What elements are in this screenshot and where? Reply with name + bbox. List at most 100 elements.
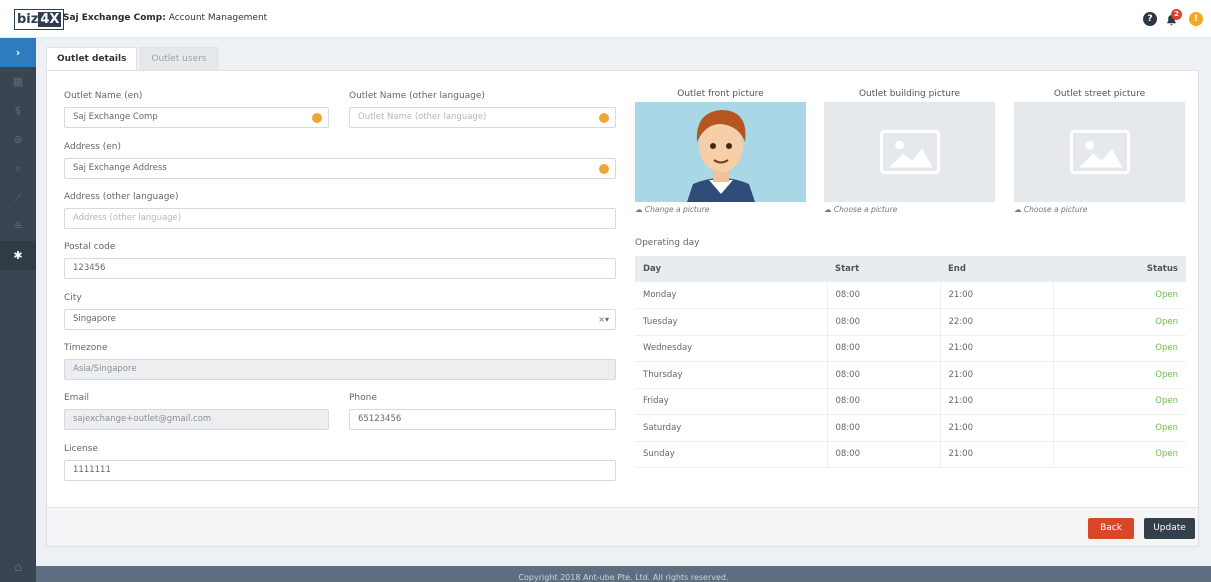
table-row[interactable]: Tuesday 08:00 22:00 Open [635,308,1186,336]
avatar [635,102,806,202]
address-en-input[interactable]: Saj Exchange Address [64,158,616,179]
operating-days-table: Day Start End Status Monday 08:00 21:00 Ope… [635,256,1186,468]
phone-input[interactable]: 65123456 [349,409,616,430]
dashboard-icon[interactable]: ▦ [0,67,36,96]
table-row[interactable]: Wednesday 08:00 21:00 Open [635,335,1186,362]
image-placeholder-icon [880,130,940,174]
start-cell: 08:00 [827,361,941,389]
outlet-name-en-input[interactable]: Saj Exchange Comp [64,107,329,128]
app-logo[interactable]: biz 4X [14,9,65,30]
front-picture[interactable] [635,102,806,202]
email-label: Email [64,393,89,403]
operating-day-label: Operating day [635,238,700,248]
notifications-button[interactable]: 2 [1165,9,1182,27]
phone-label: Phone [349,393,377,403]
address-en-label: Address (en) [64,142,121,152]
required-indicator-icon [599,113,609,123]
timezone-input: Asia/Singapore [64,359,616,380]
start-cell: 08:00 [827,388,941,415]
city-label: City [64,293,82,303]
end-cell: 22:00 [940,308,1054,336]
bank-icon[interactable]: ⌂ [0,560,36,574]
end-cell: 21:00 [940,388,1054,415]
email-input: sajexchange+outlet@gmail.com [64,409,329,430]
street-picture-title: Outlet street picture [1053,89,1146,99]
street-picture[interactable] [1014,102,1185,202]
status-cell: Open [1053,282,1186,309]
day-cell: Tuesday [635,308,828,336]
column-header-start: Start [827,256,940,282]
timezone-label: Timezone [64,343,108,353]
table-header-row: Day Start End Status [635,256,1186,282]
choose-street-picture-link[interactable]: ☁ Choose a picture [1014,205,1087,214]
table-row[interactable]: Sunday 08:00 21:00 Open [635,441,1186,468]
column-header-day: Day [635,256,827,282]
start-cell: 08:00 [827,414,941,442]
status-cell: Open [1053,388,1186,415]
dollar-icon[interactable]: $ [0,96,36,125]
postal-code-label: Postal code [64,242,116,252]
users-icon[interactable]: ≗ [0,212,36,241]
outlet-name-other-input[interactable]: Outlet Name (other language) [349,107,616,128]
postal-code-input[interactable]: 123456 [64,258,616,279]
sidebar-expand-button[interactable]: › [0,38,36,67]
start-cell: 08:00 [827,335,941,362]
gear-icon[interactable]: ✱ [0,241,36,270]
status-cell: Open [1053,414,1186,442]
top-bar: biz 4X Saj Exchange Comp: Account Managem… [0,0,1211,38]
form-actions-bar: Back Update [47,507,1198,546]
address-other-label: Address (other language) [64,192,179,202]
end-cell: 21:00 [940,414,1054,442]
day-cell: Thursday [635,361,828,389]
address-other-input[interactable]: Address (other language) [64,208,616,229]
license-input[interactable]: 1111111 [64,460,616,481]
image-placeholder-icon [1070,130,1130,174]
building-picture[interactable] [824,102,995,202]
help-icon[interactable]: ? [1143,12,1157,26]
day-cell: Wednesday [635,335,828,362]
search-icon[interactable]: ⌕ [0,154,36,183]
outlet-name-en-label: Outlet Name (en) [64,91,143,101]
start-cell: 08:00 [827,282,941,309]
main-content: Outlet details Outlet users Outlet Name … [36,38,1211,566]
copyright-footer: Copyright 2018 Ant-ube Pte. Ltd. All rig… [36,566,1211,582]
table-row[interactable]: Monday 08:00 21:00 Open [635,282,1186,309]
column-header-end: End [940,256,1053,282]
status-cell: Open [1053,308,1186,336]
table-row[interactable]: Saturday 08:00 21:00 Open [635,414,1186,442]
page-name: Account Management [168,13,268,23]
company-name: Saj Exchange Comp: [63,13,166,23]
column-header-status: Status [1053,256,1186,282]
back-button[interactable]: Back [1088,518,1134,539]
end-cell: 21:00 [940,361,1054,389]
info-icon[interactable]: ! [1189,12,1203,26]
front-picture-title: Outlet front picture [677,89,764,99]
currency-icon[interactable]: ⊛ [0,125,36,154]
start-cell: 08:00 [827,441,941,468]
chart-icon[interactable]: ⟋ [0,183,36,212]
outlet-details-panel: Outlet Name (en) Saj Exchange Comp Outle… [46,70,1199,547]
end-cell: 21:00 [940,282,1054,309]
required-indicator-icon [312,113,322,123]
day-cell: Saturday [635,414,828,442]
day-cell: Friday [635,388,828,415]
select-clear-chevron-icon[interactable]: ×▾ [598,310,609,329]
table-row[interactable]: Thursday 08:00 21:00 Open [635,361,1186,389]
day-cell: Sunday [635,441,828,468]
license-label: License [64,444,98,454]
sidebar: › ▦ $ ⊛ ⌕ ⟋ ≗ ✱ ⌂ [0,38,36,582]
change-front-picture-link[interactable]: ☁ Change a picture [635,205,709,214]
status-cell: Open [1053,335,1186,362]
tab-outlet-details[interactable]: Outlet details [46,47,138,70]
status-cell: Open [1053,441,1186,468]
city-select[interactable]: Singapore ×▾ [64,309,616,330]
table-row[interactable]: Friday 08:00 21:00 Open [635,388,1186,415]
start-cell: 08:00 [827,308,941,336]
end-cell: 21:00 [940,441,1054,468]
choose-building-picture-link[interactable]: ☁ Choose a picture [824,205,897,214]
outlet-name-other-label: Outlet Name (other language) [349,91,485,101]
required-indicator-icon [599,164,609,174]
day-cell: Monday [635,282,828,309]
update-button[interactable]: Update [1144,518,1195,539]
tab-outlet-users[interactable]: Outlet users [140,47,218,70]
